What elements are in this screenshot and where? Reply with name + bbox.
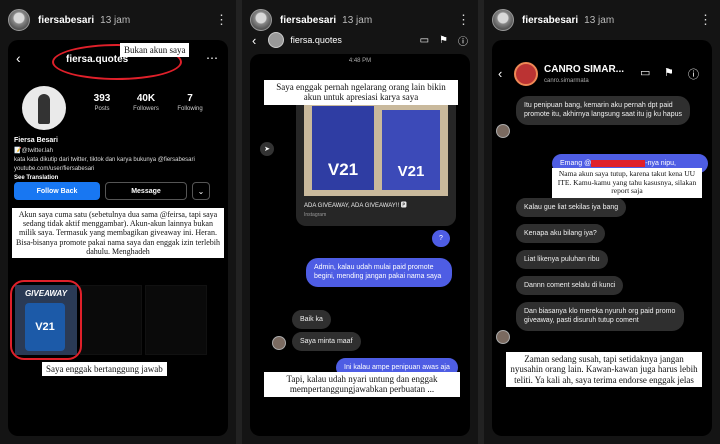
bio-link[interactable]: youtube.com/user/fiersabesari [14,165,224,174]
sender-avatar [496,124,510,138]
info-icon[interactable]: ⓘ [458,33,468,48]
story-panel-profile: fiersabesari 13 jam ⋮ ‹ fiersa.quotes ⋯ … [0,0,236,444]
redacted-account-mark [591,159,646,167]
incoming-message: Kalau gue liat sekilas iya bang [516,198,627,218]
message-text: -nya nipu, [645,160,676,167]
more-options-icon[interactable]: ⋮ [699,12,712,28]
red-circle-annotation [10,280,82,360]
story-username[interactable]: fiersabesari [522,15,578,26]
back-arrow-icon[interactable]: ‹ [498,66,502,81]
caption-not-my-account: Bukan akun saya [120,43,190,58]
incoming-message: Itu penipuan bang, kemarin aku pernah dp… [516,96,690,125]
phone-box-image: V21 [382,110,440,190]
story-avatar[interactable] [8,9,30,31]
chat-header: ‹ CANRO SIMAR... canro.simarmata ▭ ⚑ ⓘ [492,58,712,92]
caption-explanation: Akun saya cuma satu (sebetulnya dua sama… [12,208,224,258]
profile-bio: Fiersa Besari 📝@twitter.lah kata kata di… [14,136,224,183]
outgoing-message: Admin, kalau udah mulai paid promote beg… [306,258,452,287]
stat-label: Posts [94,106,110,112]
follow-back-button[interactable]: Follow Back [14,182,100,200]
more-options-icon[interactable]: ⋮ [215,12,228,28]
sender-avatar [496,330,510,344]
story-username[interactable]: fiersabesari [280,15,336,26]
caption-if-seeking-profit: Tapi, kalau udah nyari untung dan enggak… [264,372,460,397]
chat-timestamp: 4:48 PM [348,58,372,64]
stat-label: Followers [133,106,159,112]
back-arrow-icon[interactable]: ‹ [16,50,21,66]
caption-not-responsible: Saya enggak bertanggung jawab [42,362,167,377]
chat-handle: canro.simarmata [544,78,589,84]
outgoing-message: ? [432,230,450,248]
chat-title[interactable]: CANRO SIMAR... [544,64,624,75]
story-panel-chat-quotes: fiersabesari 13 jam ⋮ ‹ fiersa.quotes ▭ … [242,0,478,444]
back-arrow-icon[interactable]: ‹ [252,33,256,48]
sender-avatar [272,336,286,350]
caption-hard-times: Zaman sedang susah, tapi setidaknya jang… [506,352,702,388]
bio-line: kata kata dikutip dari twitter, tiktok d… [14,156,195,163]
stat-value: 40K [136,93,156,104]
video-call-icon[interactable]: ▭ [420,35,429,46]
shared-post-source: Instagram [304,212,327,218]
story-header: fiersabesari 13 jam ⋮ [0,0,236,40]
incoming-message: Dannn coment selalu di kunci [516,276,624,296]
story-timestamp: 13 jam [584,14,615,26]
incoming-message: Kenapa aku bilang iya? [516,224,605,244]
bio-name: Fiersa Besari [14,137,58,144]
story-username[interactable]: fiersabesari [38,15,94,26]
incoming-message: Dan biasanya klo mereka nyuruh org paid … [516,302,684,331]
caption-never-forbid: Saya enggak pernah ngelarang orang lain … [264,80,458,105]
story-timestamp: 13 jam [100,14,131,26]
chat-title[interactable]: fiersa.quotes [290,35,342,45]
post-thumbnail[interactable] [80,285,142,355]
share-icon[interactable]: ➤ [260,142,274,156]
incoming-message: Liat likenya puluhan ribu [516,250,608,270]
stat-value: 7 [187,93,193,104]
story-timestamp: 13 jam [342,14,373,26]
shared-post-image: V21 V21 [304,100,448,196]
profile-menu-icon[interactable]: ⋯ [206,51,218,65]
caption-account-hidden: Nama akun saya tutup, karena takut kena … [552,168,702,198]
stat-followers[interactable]: 40K Followers [126,93,166,112]
flag-icon[interactable]: ⚑ [664,66,674,79]
profile-avatar [22,86,66,130]
stat-value: 393 [93,93,111,104]
shared-post-card[interactable]: V21 V21 ADA GIVEAWAY, ADA GIVEAWAY!! 🅿 I… [296,96,456,226]
stat-posts: 393 Posts [82,93,122,112]
phone-box-image: V21 [312,106,374,190]
stat-following[interactable]: 7 Following [170,93,210,112]
flag-icon[interactable]: ⚑ [439,35,448,46]
info-icon[interactable]: ⓘ [688,66,699,82]
story-header: fiersabesari 13 jam ⋮ [484,0,720,40]
more-options-icon[interactable]: ⋮ [457,12,470,28]
story-collage: fiersabesari 13 jam ⋮ ‹ fiersa.quotes ⋯ … [0,0,720,444]
message-text: Emang @ [560,160,592,167]
chevron-down-icon[interactable]: ⌄ [192,182,210,200]
video-call-icon[interactable]: ▭ [640,66,650,79]
chat-header: ‹ fiersa.quotes ▭ ⚑ ⓘ [242,28,478,52]
shared-post-caption: ADA GIVEAWAY, ADA GIVEAWAY!! 🅿 [304,203,407,209]
story-avatar[interactable] [492,9,514,31]
message-button[interactable]: Message [105,182,187,200]
story-panel-chat-canro: fiersabesari 13 jam ⋮ ‹ CANRO SIMAR... c… [484,0,720,444]
post-thumbnail[interactable] [145,285,207,355]
chat-avatar[interactable] [514,62,538,86]
chat-avatar[interactable] [268,32,285,48]
incoming-message: Saya minta maaf [292,332,361,352]
bio-line: 📝@twitter.lah [14,147,53,154]
stat-label: Following [177,106,203,112]
incoming-message: Baik ka [292,310,331,330]
